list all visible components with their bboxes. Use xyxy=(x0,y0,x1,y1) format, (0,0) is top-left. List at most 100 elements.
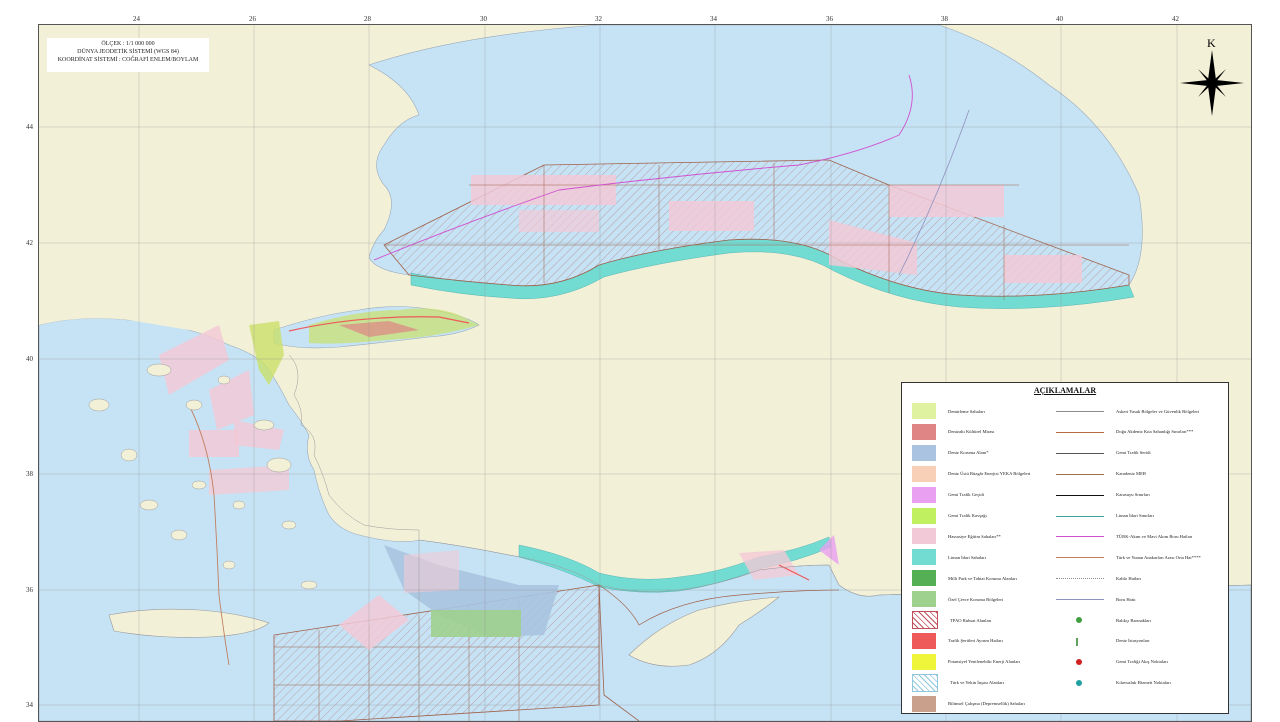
legend-label: Deniz İstasyonları xyxy=(1116,638,1150,644)
legend-line-symbol xyxy=(1052,445,1108,461)
legend-label: Karasuyu Sınırları xyxy=(1116,492,1150,498)
legend-swatch xyxy=(912,673,938,692)
legend-label: Gemi Trafiği Akış Noktaları xyxy=(1116,659,1168,665)
legend-area-item: Liman İdari Sahaları xyxy=(912,548,986,566)
legend-line-symbol xyxy=(1052,633,1108,649)
legend-label: Deniz Koruma Alanı* xyxy=(948,450,989,456)
legend-panel: AÇIKLAMALAR Demirleme Sahaları Denizaltı … xyxy=(901,382,1229,714)
legend-label: Demirleme Sahaları xyxy=(948,408,985,414)
compass-rose-icon xyxy=(1180,50,1244,116)
legend-line-item: Karasuyu Sınırları xyxy=(1052,486,1150,504)
lat-tick: 34 xyxy=(26,701,33,709)
legend-area-item: Milli Park ve Tabiat Koruma Alanları xyxy=(912,569,1017,587)
training-area-bs-3 xyxy=(889,185,1004,217)
legend-label: Kablo Hatları xyxy=(1116,575,1142,581)
lon-tick: 40 xyxy=(1056,15,1063,23)
legend-swatch xyxy=(912,653,936,670)
legend-swatch xyxy=(912,549,936,566)
lon-tick: 32 xyxy=(595,15,602,23)
legend-line-symbol xyxy=(1052,487,1108,503)
lon-tick: 24 xyxy=(133,15,140,23)
lon-tick: 30 xyxy=(480,15,487,23)
legend-line-item: Deniz İstasyonları xyxy=(1052,632,1150,650)
legend-area-item: Potansiyel Yenilenebilir Enerji Alanları xyxy=(912,653,1020,671)
legend-line-item: Kablo Hatları xyxy=(1052,569,1141,587)
legend-line-symbol xyxy=(1052,424,1108,440)
legend-swatch xyxy=(912,695,936,712)
legend-swatch xyxy=(912,486,936,503)
legend-label: Türk ve Yunan Anakarları Arası Orta Hat*… xyxy=(1116,554,1201,560)
legend-line-item: Gemi Trafik Seridi xyxy=(1052,444,1151,462)
legend-swatch xyxy=(912,403,936,419)
legend-label: Milli Park ve Tabiat Koruma Alanları xyxy=(948,575,1017,581)
legend-swatch xyxy=(912,570,936,587)
legend-area-item: Denizaltı Kültürel Mirası xyxy=(912,423,994,441)
scale-info-box: ÖLÇEK : 1/1 000 000 DÜNYA JEODETİK SİSTE… xyxy=(47,38,209,72)
legend-label: TPAO Ruhsat Alanları xyxy=(950,617,992,623)
med-training-2 xyxy=(404,550,459,593)
legend-area-item: Özel Çevre Koruma Bölgeleri xyxy=(912,590,1003,608)
legend-line-item: Boru Hattı xyxy=(1052,590,1136,608)
legend-line-item: Türk ve Yunan Anakarları Arası Orta Hat*… xyxy=(1052,548,1201,566)
legend-line-symbol xyxy=(1052,549,1108,565)
legend-line-symbol xyxy=(1052,570,1108,586)
legend-label: Kılavuzluk Hizmeti Noktaları xyxy=(1116,680,1171,686)
legend-swatch xyxy=(912,465,936,482)
legend-label: Hassasiye Eğitim Sahaları** xyxy=(948,533,1001,539)
datum-text: DÜNYA JEODETİK SİSTEMİ (WGS 84) xyxy=(77,49,179,55)
training-area-bs-4 xyxy=(1004,255,1082,283)
legend-label: TÜRK-Akım ve Mavi Akım Boru Hatları xyxy=(1116,533,1193,539)
legend-line-item: Kılavuzluk Hizmeti Noktaları xyxy=(1052,674,1171,692)
legend-line-symbol xyxy=(1052,654,1108,670)
legend-line-item: TÜRK-Akım ve Mavi Akım Boru Hatları xyxy=(1052,527,1192,545)
lat-tick: 44 xyxy=(26,123,33,131)
legend-line-symbol xyxy=(1052,508,1108,524)
legend-title: AÇIKLAMALAR xyxy=(1033,386,1097,395)
legend-line-item: Askeri Yasak Bölgeler ve Güvenlik Bölgel… xyxy=(1052,402,1199,420)
legend-swatch xyxy=(912,528,936,545)
legend-area-item: Gemi Trafik Kavşağı xyxy=(912,507,987,525)
legend-line-item: Liman İdari Sınırları xyxy=(1052,507,1154,525)
coordinate-system-text: KOORDİNAT SİSTEMİ : COĞRAFİ ENLEM/BOYLAM xyxy=(57,57,199,63)
legend-label: Gemi Trafik Seridi xyxy=(1116,450,1151,456)
lat-tick: 36 xyxy=(26,586,33,594)
legend-swatch xyxy=(912,423,936,440)
legend-label: Bilimsel Çalışma (Depremsellik) Sahaları xyxy=(948,701,1025,707)
legend-label: Potansiyel Yenilenebilir Enerji Alanları xyxy=(948,659,1021,665)
legend-area-item: Hassasiye Eğitim Sahaları** xyxy=(912,527,1001,545)
aegean-training-3 xyxy=(189,430,239,457)
legend-area-item: Gemi Trafik Geçidi xyxy=(912,486,984,504)
legend-label: Trafik Şeritleri Ayırım Hatları xyxy=(948,638,1003,644)
legend-area-item: Demirleme Sahaları xyxy=(912,402,985,420)
lon-tick: 34 xyxy=(710,15,717,23)
legend-line-symbol xyxy=(1052,466,1108,482)
legend-label: Özel Çevre Koruma Bölgeleri xyxy=(948,596,1004,602)
legend-label: Askeri Yasak Bölgeler ve Güvenlik Bölgel… xyxy=(1116,408,1200,414)
lat-tick: 40 xyxy=(26,355,33,363)
legend-line-item: Karadeniz MEB xyxy=(1052,465,1146,483)
scale-text: ÖLÇEK : 1/1 000 000 xyxy=(101,41,155,47)
legend-label: Denizaltı Kültürel Mirası xyxy=(948,429,995,435)
lon-tick: 36 xyxy=(826,15,833,23)
legend-label: Doğu Akdeniz Kıta Sahanlığı Sınırları*** xyxy=(1116,429,1194,435)
legend-line-item: Gemi Trafiği Akış Noktaları xyxy=(1052,653,1168,671)
legend-swatch xyxy=(912,591,936,608)
lat-tick: 42 xyxy=(26,239,33,247)
legend-swatch xyxy=(912,611,938,629)
legend-line-symbol xyxy=(1052,612,1108,628)
training-area-bs-6 xyxy=(519,210,599,232)
legend-area-item: TPAO Ruhsat Alanları xyxy=(912,611,991,629)
training-area-bs-1 xyxy=(471,175,616,205)
lon-tick: 38 xyxy=(941,15,948,23)
legend-label: Liman İdari Sınırları xyxy=(1116,513,1155,518)
legend-line-symbol xyxy=(1052,403,1108,419)
legend-area-item: Bilimsel Çalışma (Depremsellik) Sahaları xyxy=(912,695,1025,713)
legend-area-item: Deniz Koruma Alanı* xyxy=(912,444,989,462)
legend-label: Boru Hattı xyxy=(1116,596,1136,602)
legend-swatch xyxy=(912,632,936,649)
lat-tick: 38 xyxy=(26,470,33,478)
lon-tick: 28 xyxy=(364,15,371,23)
lon-tick: 26 xyxy=(249,15,256,23)
legend-label: Deniz Üstü Rüzgâr Enerjisi YEKA Bölgeler… xyxy=(948,471,1031,477)
training-area-bs-2 xyxy=(669,201,754,231)
